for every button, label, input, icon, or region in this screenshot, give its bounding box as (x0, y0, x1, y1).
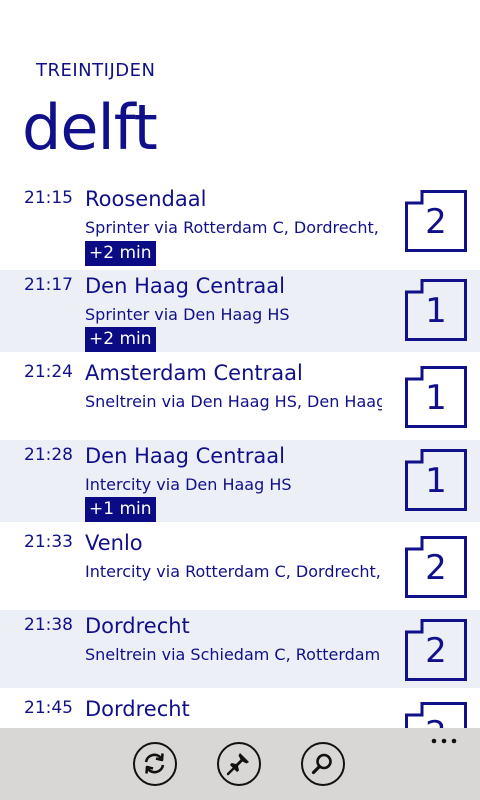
track-sign: 1 (405, 279, 467, 341)
track-number: 2 (425, 548, 447, 588)
departure-time: 21:17 (24, 275, 73, 295)
route-via: Intercity via Rotterdam C, Dordrecht, Br… (85, 562, 382, 581)
track-sign: 2 (405, 619, 467, 681)
delay-badge: +1 min (85, 497, 156, 522)
app-title: TREINTIJDEN (36, 60, 156, 81)
route-via: Sneltrein via Den Haag HS, Den Haag Cent… (85, 392, 382, 411)
app-bar (0, 728, 480, 800)
departure-row[interactable]: 21:28 Den Haag Centraal Intercity via De… (0, 440, 480, 522)
track-number: 2 (425, 631, 447, 671)
route-via: Sneltrein via Schiedam C, Rotterdam C (85, 645, 382, 664)
search-button[interactable] (301, 742, 345, 786)
destination: Roosendaal (85, 187, 207, 211)
destination: Den Haag Centraal (85, 274, 285, 298)
pin-button[interactable] (217, 742, 261, 786)
route-via: Sprinter via Den Haag HS (85, 305, 290, 324)
delay-badge: +2 min (85, 241, 156, 266)
departure-list: 21:15 Roosendaal Sprinter via Rotterdam … (0, 180, 480, 778)
track-sign: 1 (405, 366, 467, 428)
track-number: 1 (425, 291, 447, 331)
destination: Amsterdam Centraal (85, 361, 303, 385)
departure-time: 21:24 (24, 362, 73, 382)
track-number: 1 (425, 378, 447, 418)
departure-row[interactable]: 21:17 Den Haag Centraal Sprinter via Den… (0, 270, 480, 352)
route-via: Intercity via Den Haag HS (85, 475, 292, 494)
delay-badge: +2 min (85, 327, 156, 352)
route-via: Sprinter via Rotterdam C, Dordrecht, Lag… (85, 218, 382, 237)
departure-row[interactable]: 21:38 Dordrecht Sneltrein via Schiedam C… (0, 610, 480, 688)
destination: Den Haag Centraal (85, 444, 285, 468)
pin-icon (226, 753, 249, 776)
track-sign: 1 (405, 449, 467, 511)
departure-row[interactable]: 21:33 Venlo Intercity via Rotterdam C, D… (0, 522, 480, 610)
search-icon (311, 753, 332, 775)
refresh-button[interactable] (133, 742, 177, 786)
more-options-icon[interactable] (430, 736, 460, 746)
page-title: delft (22, 91, 158, 164)
departure-time: 21:33 (24, 532, 73, 552)
departure-time: 21:15 (24, 188, 73, 208)
departure-row[interactable]: 21:15 Roosendaal Sprinter via Rotterdam … (0, 180, 480, 270)
departure-row[interactable]: 21:24 Amsterdam Centraal Sneltrein via D… (0, 352, 480, 440)
destination: Venlo (85, 531, 143, 555)
departure-time: 21:38 (24, 615, 73, 635)
track-sign: 2 (405, 190, 467, 252)
departure-time: 21:28 (24, 445, 73, 465)
track-number: 2 (425, 202, 447, 242)
track-number: 1 (425, 461, 447, 501)
destination: Dordrecht (85, 697, 190, 721)
destination: Dordrecht (85, 614, 190, 638)
refresh-icon (144, 753, 165, 774)
track-sign: 2 (405, 536, 467, 598)
departure-time: 21:45 (24, 698, 73, 718)
